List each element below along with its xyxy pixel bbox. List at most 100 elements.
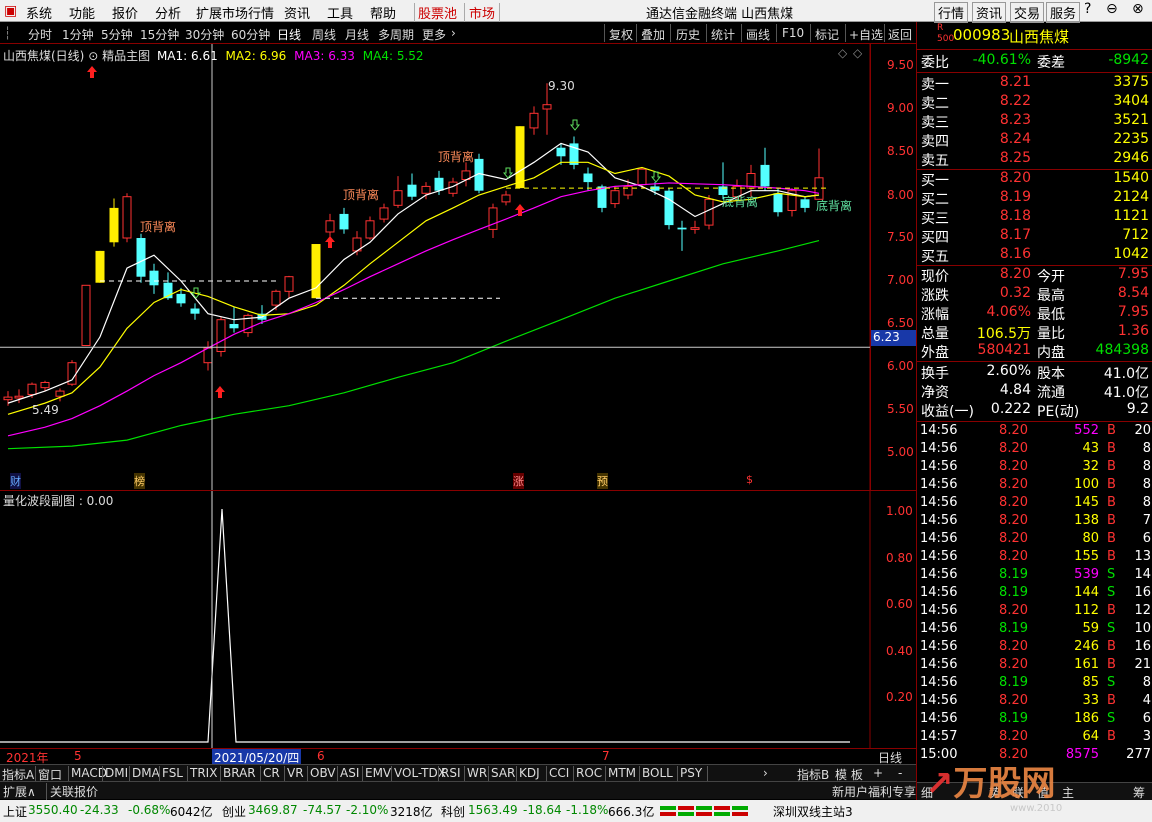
marker-finance[interactable]: 财 (10, 473, 21, 489)
indicator-tab[interactable]: SAR (491, 766, 515, 780)
indicator-tab[interactable]: ASI (340, 766, 359, 780)
server-name[interactable]: 深圳双线主站3 (773, 803, 853, 820)
action-mark[interactable]: 标记 (815, 26, 839, 43)
action-stats[interactable]: 统计 (711, 26, 735, 43)
kc-index-label[interactable]: 科创 (441, 803, 465, 820)
period-fenshi[interactable]: 分时 (28, 26, 52, 43)
ask-label: 卖四 (921, 134, 949, 150)
menu-news[interactable]: 资讯 (284, 3, 310, 22)
btn-trade[interactable]: 交易 (1010, 2, 1045, 23)
cy-index-label[interactable]: 创业 (222, 803, 246, 820)
action-fuquan[interactable]: 复权 (609, 26, 633, 43)
expand-button[interactable]: 扩展∧ (3, 783, 36, 800)
close-icon[interactable]: ⊗ (1132, 1, 1144, 17)
tick-time: 14:56 (920, 567, 958, 582)
indicator-tab[interactable]: MTM (608, 766, 636, 780)
marker-up[interactable]: 涨 (513, 473, 524, 489)
kline-canvas[interactable] (0, 44, 916, 490)
sh-index-label[interactable]: 上证 (3, 803, 27, 820)
period-multi[interactable]: 多周期 (378, 26, 414, 43)
menu-system[interactable]: 系统 (26, 3, 52, 22)
menu-market[interactable]: 市场 (464, 3, 501, 22)
chart-diamond-icon[interactable]: ◇ (838, 46, 847, 60)
period-15min[interactable]: 15分钟 (140, 26, 179, 43)
tick-count: 8 (1142, 675, 1151, 690)
tabs-scroll-right-icon[interactable]: › (763, 766, 768, 780)
tick-direction: S (1107, 711, 1116, 726)
tick-price: 8.20 (999, 531, 1028, 546)
period-weekly[interactable]: 周线 (312, 26, 336, 43)
btn-service[interactable]: 服务 (1046, 2, 1081, 23)
indicator-tab[interactable]: OBV (310, 766, 336, 780)
indicator-tab-right[interactable]: + (873, 766, 883, 780)
indicator-tab[interactable]: EMV (365, 766, 391, 780)
menu-tools[interactable]: 工具 (327, 3, 353, 22)
help-icon[interactable]: ? (1084, 1, 1091, 17)
action-overlay[interactable]: 叠加 (641, 26, 665, 43)
action-f10[interactable]: F10 (782, 26, 804, 40)
kline-chart[interactable]: 山西焦煤(日线) ⊙ 精品主图 MA1: 6.61 MA2: 6.96 MA3:… (0, 44, 917, 490)
ask-row: 卖四 8.24 2235 (919, 131, 1151, 150)
indicator-tab[interactable]: TRIX (190, 766, 217, 780)
period-5min[interactable]: 5分钟 (101, 26, 133, 43)
indicator-tab[interactable]: CCI (549, 766, 569, 780)
menu-help[interactable]: 帮助 (370, 3, 396, 22)
chart-indicator-name[interactable]: 精品主图 (102, 49, 150, 63)
candle-body (27, 383, 37, 396)
menu-stock-pool[interactable]: 股票池 (414, 3, 457, 22)
indicator-tab[interactable]: BRAR (223, 766, 256, 780)
period-60min[interactable]: 60分钟 (231, 26, 270, 43)
new-user-promo[interactable]: 新用户福利专享 (832, 783, 916, 800)
indicator-tab[interactable]: FSL (162, 766, 183, 780)
collapse-icon[interactable]: ⊙ (88, 49, 98, 63)
stat-value: 4.84 (999, 382, 1031, 398)
indicator-tab[interactable]: RSI (441, 766, 461, 780)
stat-row: 涨幅 4.06% 最低 7.95 (919, 304, 1151, 323)
marker-forecast[interactable]: 预 (597, 473, 608, 489)
related-quote-button[interactable]: 关联报价 (46, 783, 98, 800)
tick-volume: 59 (1082, 621, 1099, 636)
period-30min[interactable]: 30分钟 (185, 26, 224, 43)
period-more[interactable]: 更多 (422, 26, 446, 43)
marker-list[interactable]: 榜 (134, 473, 145, 489)
menu-ext-market[interactable]: 扩展市场行情 (196, 3, 274, 22)
indicator-tab[interactable]: KDJ (519, 766, 540, 780)
stock-code: 000983 (953, 26, 1011, 44)
indicator-tab[interactable]: ROC (576, 766, 602, 780)
tick-direction: S (1107, 675, 1116, 690)
menu-analysis[interactable]: 分析 (155, 3, 181, 22)
indicator-tab[interactable]: WR (467, 766, 487, 780)
sub-indicator-chart[interactable]: 量化波段副图 : 0.00 1.00 0.80 0.60 0.40 0.20 (0, 490, 916, 749)
menu-function[interactable]: 功能 (69, 3, 95, 22)
menu-quote[interactable]: 报价 (112, 3, 138, 22)
period-monthly[interactable]: 月线 (345, 26, 369, 43)
more-chevron-icon[interactable]: › (451, 26, 456, 40)
candle-body (109, 207, 119, 243)
app-logo-icon[interactable]: ▣ (4, 3, 17, 19)
chart-settings-icon[interactable]: ◇ (853, 46, 862, 60)
indicator-tab[interactable]: CR (263, 766, 280, 780)
indicator-tab[interactable]: DMI (105, 766, 128, 780)
indicator-tab[interactable]: PSY (680, 766, 702, 780)
indicator-tab-right[interactable]: - (898, 766, 902, 780)
indicator-tab[interactable]: DMA (132, 766, 160, 780)
period-daily[interactable]: 日线 (277, 26, 301, 43)
price-tick: 6.50 (887, 316, 914, 330)
bid-label: 买三 (921, 211, 949, 227)
panel-tab[interactable]: 筹 (1133, 784, 1145, 801)
btn-quote[interactable]: 行情 (934, 2, 969, 23)
cy-index-pct: -2.10% (346, 803, 389, 817)
action-history[interactable]: 历史 (676, 26, 700, 43)
marker-dollar[interactable]: $ (746, 473, 753, 486)
bid-price: 8.18 (999, 208, 1031, 224)
margin-badge: R (937, 23, 944, 33)
action-back[interactable]: 返回 (888, 26, 912, 43)
indicator-tab[interactable]: BOLL (642, 766, 673, 780)
minimize-icon[interactable]: ⊖ (1106, 1, 1118, 17)
action-add-watch[interactable]: +自选 (849, 26, 883, 43)
bid-row: 买二 8.19 2124 (919, 189, 1151, 208)
action-draw[interactable]: 画线 (746, 26, 770, 43)
period-1min[interactable]: 1分钟 (62, 26, 94, 43)
indicator-tab[interactable]: VR (287, 766, 304, 780)
btn-news[interactable]: 资讯 (972, 2, 1007, 23)
